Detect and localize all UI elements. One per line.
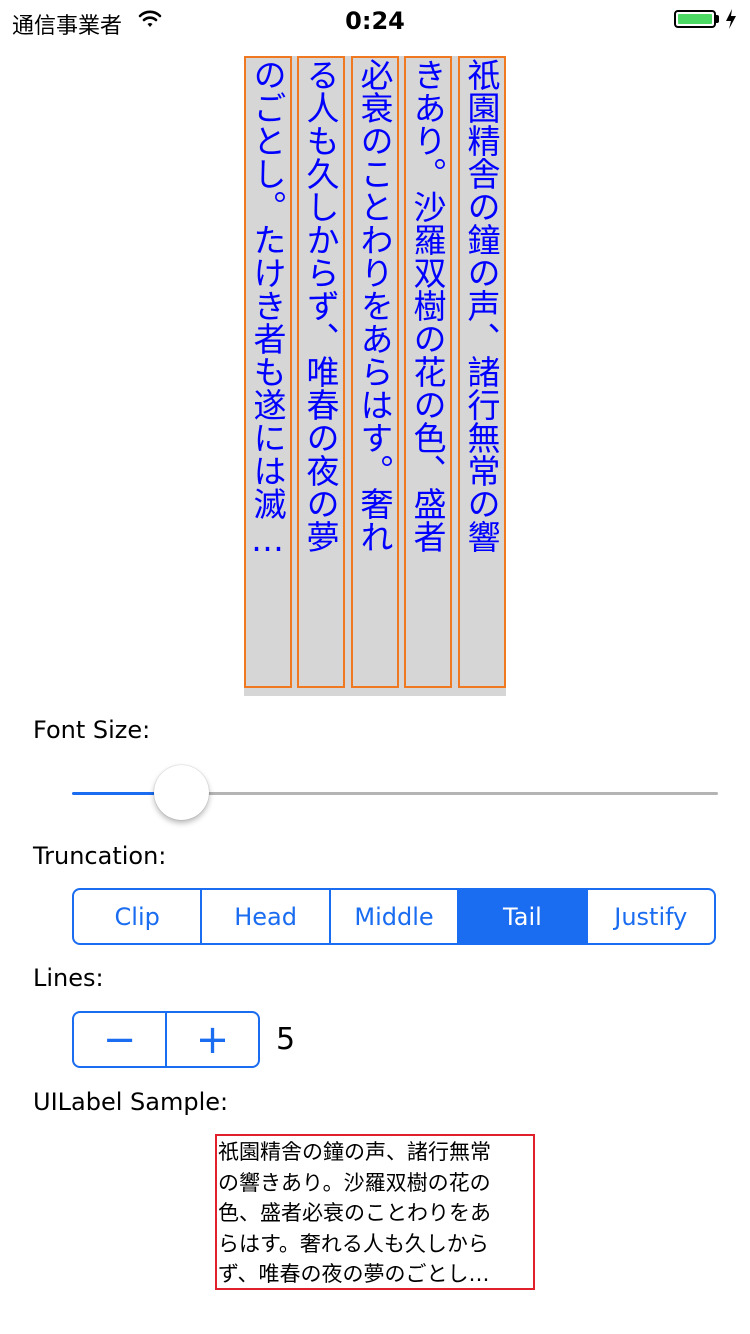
sample-line: ず、唯春の夜の夢のごとし…	[218, 1262, 490, 1286]
vertical-text-column: る人も久しからず、唯春の夜の夢	[297, 56, 345, 688]
sample-line: の響きあり。沙羅双樹の花の	[218, 1170, 491, 1195]
segment-tail[interactable]: Tail	[459, 890, 588, 943]
segment-head[interactable]: Head	[202, 890, 331, 943]
segment-clip[interactable]: Clip	[74, 890, 203, 943]
font-size-slider-thumb[interactable]	[154, 765, 210, 820]
segment-justify[interactable]: Justify	[588, 890, 714, 943]
vertical-text-view: 祇園精舎の鐘の声、諸行無常の響 きあり。沙羅双樹の花の色、盛者 必衰のことわりを…	[244, 56, 506, 696]
clock: 0:24	[345, 7, 405, 35]
sample-line: 祇園精舎の鐘の声、諸行無常	[218, 1140, 491, 1164]
status-bar: 通信事業者 0:24	[0, 0, 750, 40]
truncation-label: Truncation:	[33, 842, 167, 870]
vertical-text-column: きあり。沙羅双樹の花の色、盛者	[404, 56, 452, 688]
charging-bolt-icon	[726, 9, 736, 29]
lines-stepper[interactable]: − +	[72, 1011, 260, 1068]
lines-label: Lines:	[33, 964, 104, 992]
uilabel-sample: 祇園精舎の鐘の声、諸行無常 の響きあり。沙羅双樹の花の 色、盛者必衰のことわりを…	[215, 1134, 535, 1290]
font-size-slider-track[interactable]	[181, 792, 718, 795]
sample-line: 色、盛者必衰のことわりをあ	[218, 1201, 491, 1225]
font-size-label: Font Size:	[33, 716, 151, 744]
vertical-text-column: 必衰のことわりをあらはす。奢れ	[351, 56, 399, 688]
vertical-text-column: 祇園精舎の鐘の声、諸行無常の響	[458, 56, 506, 688]
vertical-text-column: のごとし。たけき者も遂には滅…	[244, 56, 292, 688]
increment-button[interactable]: +	[167, 1013, 258, 1066]
battery-fill	[678, 14, 712, 24]
decrement-button[interactable]: −	[74, 1013, 167, 1066]
battery-tip	[716, 15, 719, 23]
battery-icon	[674, 10, 716, 28]
truncation-segmented-control[interactable]: Clip Head Middle Tail Justify	[72, 888, 716, 945]
segment-middle[interactable]: Middle	[331, 890, 460, 943]
uilabel-sample-label: UILabel Sample:	[33, 1088, 229, 1116]
lines-value: 5	[276, 1022, 296, 1057]
sample-line: らはす。奢れる人も久しから	[218, 1231, 489, 1256]
